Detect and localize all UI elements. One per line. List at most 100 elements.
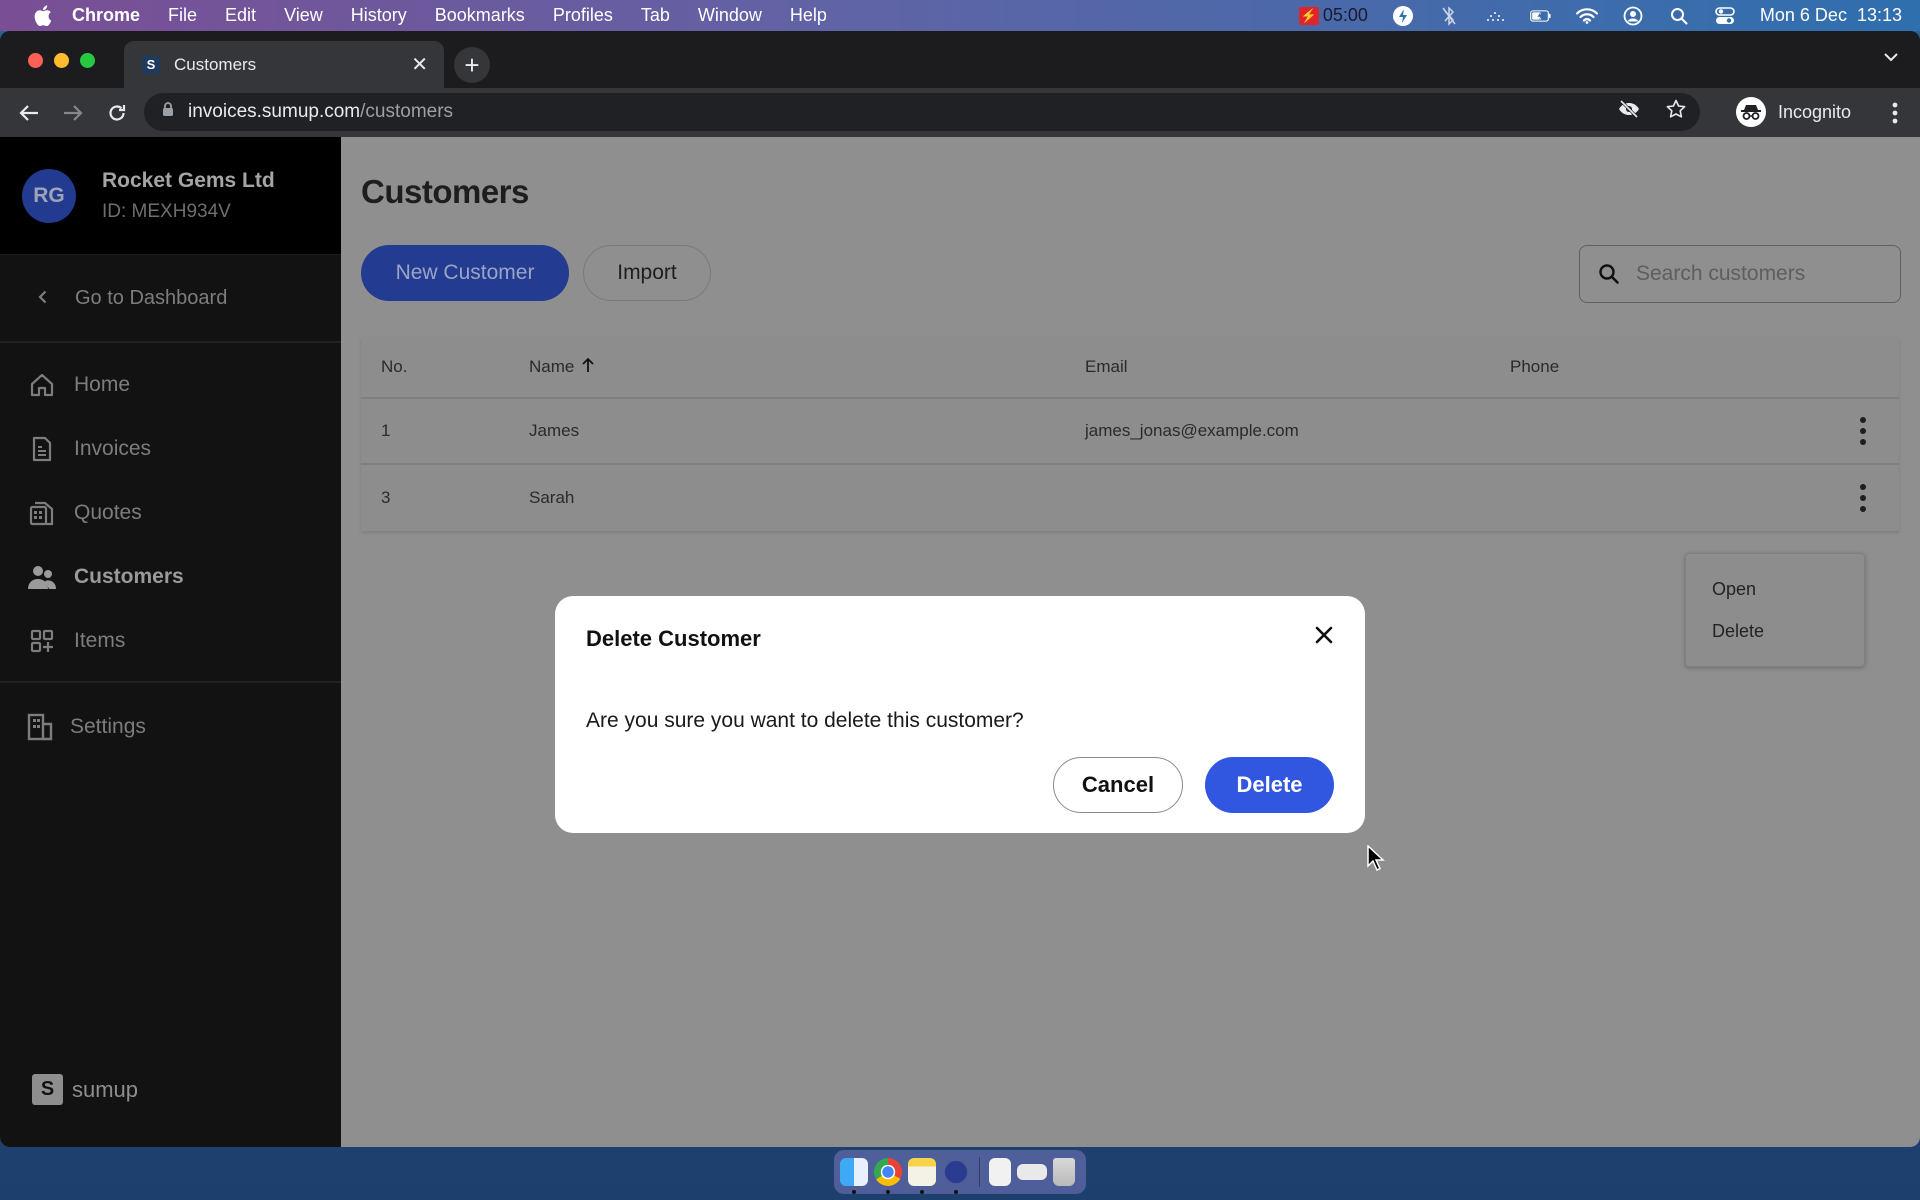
cell-name: Sarah: [529, 488, 575, 507]
table-row[interactable]: 1 James james_jonas@example.com: [361, 399, 1899, 465]
invoice-icon: [28, 435, 56, 463]
menu-profiles[interactable]: Profiles: [553, 5, 613, 26]
import-button[interactable]: Import: [583, 245, 711, 301]
browser-tab-customers[interactable]: S Customers ✕: [124, 41, 444, 88]
table-row[interactable]: 3 Sarah: [361, 465, 1899, 531]
reload-icon[interactable]: [105, 101, 129, 125]
sidebar: RG Rocket Gems Ltd ID: MEXH934V Go to Da…: [0, 137, 341, 1147]
menu-item-open[interactable]: Open: [1686, 568, 1864, 610]
address-bar[interactable]: invoices.sumup.com /customers: [144, 93, 1700, 131]
close-window-button[interactable]: [28, 53, 43, 68]
url-host: invoices.sumup.com: [188, 101, 361, 122]
apple-logo-icon[interactable]: [28, 5, 58, 26]
control-center-icon[interactable]: [1714, 5, 1736, 27]
sidebar-item-invoices[interactable]: Invoices: [0, 417, 341, 481]
dock-finder-icon[interactable]: [840, 1158, 868, 1194]
sidebar-item-items[interactable]: Items: [0, 609, 341, 673]
battery-charging-icon[interactable]: [1530, 5, 1552, 27]
cell-email: james_jonas@example.com: [1085, 421, 1299, 440]
go-to-dashboard-link[interactable]: Go to Dashboard: [0, 255, 341, 343]
organization-id: ID: MEXH934V: [102, 200, 231, 222]
menu-history[interactable]: History: [351, 5, 407, 26]
cell-no: 3: [381, 488, 391, 507]
dock-reeder-icon[interactable]: [942, 1158, 970, 1194]
bolt-icon[interactable]: [1392, 5, 1414, 27]
sidebar-item-quotes[interactable]: Quotes: [0, 481, 341, 545]
user-account-icon[interactable]: [1622, 5, 1644, 27]
web-page: RG Rocket Gems Ltd ID: MEXH934V Go to Da…: [0, 137, 1920, 1147]
menu-window[interactable]: Window: [698, 5, 762, 26]
sumup-logo: S sumup: [32, 1074, 138, 1105]
bookmark-star-icon[interactable]: [1666, 99, 1686, 125]
sidebar-item-label: Items: [74, 629, 126, 652]
close-tab-icon[interactable]: ✕: [411, 52, 428, 77]
forward-arrow-icon[interactable]: [61, 101, 85, 125]
network-activity-icon[interactable]: [1484, 5, 1506, 27]
dock-notes-icon[interactable]: [908, 1158, 936, 1194]
browser-window: S Customers ✕ + invoices.sumup.com /cust…: [0, 31, 1920, 1147]
menu-help[interactable]: Help: [790, 5, 827, 26]
screen-recording-indicator[interactable]: ⚡ 05:00: [1298, 5, 1368, 26]
column-header-phone[interactable]: Phone: [1510, 357, 1830, 377]
close-dialog-icon[interactable]: [1309, 620, 1339, 650]
sidebar-item-settings[interactable]: Settings: [0, 683, 341, 771]
settings-building-icon: [26, 713, 54, 741]
column-header-email[interactable]: Email: [1085, 357, 1510, 377]
row-actions-kebab-icon[interactable]: [1853, 416, 1873, 446]
lock-icon[interactable]: [162, 101, 174, 123]
page-title: Customers: [361, 173, 529, 210]
dock-document-icon[interactable]: [989, 1158, 1011, 1186]
menu-view[interactable]: View: [284, 5, 323, 26]
tab-title: Customers: [174, 54, 257, 74]
cancel-button[interactable]: Cancel: [1053, 757, 1183, 813]
search-input[interactable]: [1636, 262, 1876, 286]
column-header-name-label: Name: [529, 357, 575, 376]
menu-bookmarks[interactable]: Bookmarks: [435, 5, 525, 26]
confirm-delete-button[interactable]: Delete: [1205, 757, 1334, 813]
back-arrow-icon[interactable]: [17, 101, 41, 125]
incognito-label: Incognito: [1778, 101, 1852, 122]
sidebar-item-label: Home: [74, 373, 131, 396]
sidebar-item-home[interactable]: Home: [0, 353, 341, 417]
tracking-blocked-eye-icon[interactable]: [1618, 99, 1640, 124]
maximize-window-button[interactable]: [80, 53, 95, 68]
tab-strip: S Customers ✕ +: [0, 31, 1920, 88]
window-controls: [28, 53, 95, 68]
search-customers-field[interactable]: [1579, 245, 1901, 303]
menubar-clock[interactable]: Mon 6 Dec 13:13: [1760, 5, 1902, 26]
menu-app-chrome[interactable]: Chrome: [72, 5, 140, 26]
mouse-pointer-icon: [1367, 845, 1385, 871]
sort-ascending-arrow-icon: [582, 357, 594, 378]
bluetooth-off-icon[interactable]: [1438, 5, 1460, 27]
dock-separator: [979, 1157, 980, 1187]
menu-file[interactable]: File: [168, 5, 197, 26]
new-customer-button[interactable]: New Customer: [361, 245, 569, 301]
column-header-no[interactable]: No.: [361, 357, 529, 377]
row-actions-kebab-icon[interactable]: [1853, 483, 1873, 513]
menu-edit[interactable]: Edit: [225, 5, 256, 26]
customers-icon: [28, 563, 56, 591]
sidebar-item-customers[interactable]: Customers: [0, 545, 341, 609]
browser-toolbar: invoices.sumup.com /customers Incognito: [0, 88, 1920, 137]
sidebar-nav: Home Invoices Quotes Customers Items: [0, 343, 341, 683]
chrome-menu-icon[interactable]: [1892, 102, 1898, 130]
row-actions-menu: Open Delete: [1685, 553, 1865, 667]
dock-trash-icon[interactable]: [1053, 1158, 1075, 1186]
dock-screenshot-icon[interactable]: [1017, 1164, 1047, 1180]
wifi-icon[interactable]: [1575, 5, 1598, 27]
quotes-icon: [28, 499, 56, 527]
macos-dock: [834, 1150, 1086, 1194]
sidebar-item-label: Invoices: [74, 437, 152, 460]
column-header-name[interactable]: Name: [529, 357, 1085, 378]
menubar-status-area: ⚡ 05:00 Mon 6 Dec 13:13: [1298, 0, 1902, 31]
tab-search-chevron-icon[interactable]: [1884, 49, 1898, 67]
go-to-dashboard-label: Go to Dashboard: [75, 286, 228, 309]
minimize-window-button[interactable]: [54, 53, 69, 68]
cell-no: 1: [381, 421, 391, 440]
new-tab-button[interactable]: +: [454, 47, 490, 83]
incognito-profile-button[interactable]: Incognito: [1736, 94, 1851, 130]
spotlight-search-icon[interactable]: [1668, 5, 1690, 27]
dock-chrome-icon[interactable]: [874, 1158, 902, 1194]
menu-tab[interactable]: Tab: [641, 5, 670, 26]
menu-item-delete[interactable]: Delete: [1686, 610, 1864, 652]
